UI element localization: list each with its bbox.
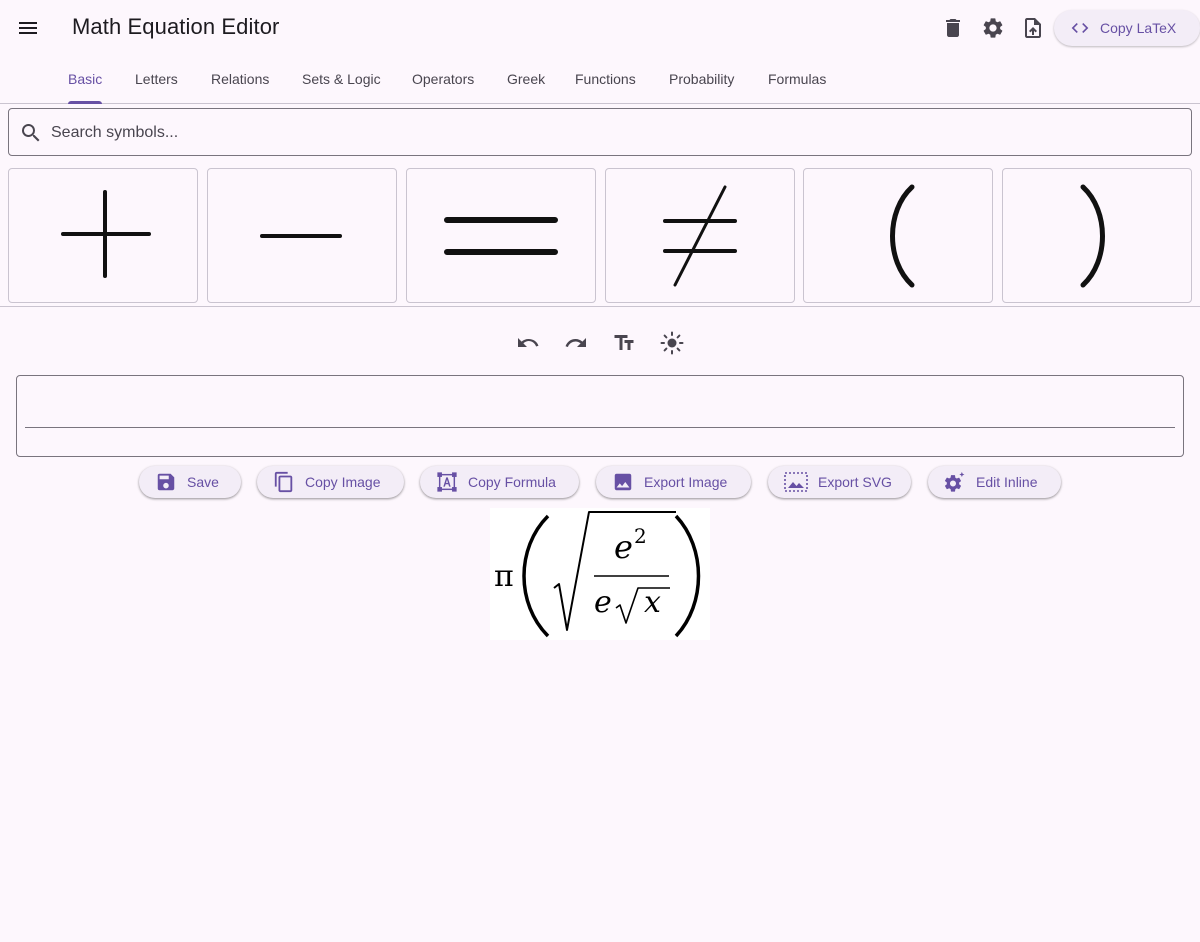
theme-toggle-button[interactable]	[654, 325, 690, 361]
formula-preview: π e 2 e x	[490, 508, 710, 640]
tab-functions[interactable]: Functions	[575, 56, 636, 104]
copy-formula-button[interactable]: Copy Formula	[420, 466, 579, 498]
formula-render: π e 2 e x	[494, 511, 701, 638]
denominator-x: x	[644, 585, 661, 620]
delete-icon	[946, 19, 960, 37]
symbol-minus-button[interactable]	[207, 168, 397, 303]
numerator-base: e	[614, 528, 633, 566]
copy-latex-label: Copy LaTeX	[1100, 20, 1177, 36]
settings-sparkle-icon	[944, 471, 965, 492]
copy-image-label: Copy Image	[305, 474, 381, 490]
save-icon	[157, 473, 175, 491]
denominator-e: e	[594, 585, 612, 620]
delete-button[interactable]	[933, 8, 973, 48]
text-size-icon	[614, 335, 634, 350]
save-label: Save	[187, 474, 219, 490]
tab-operators[interactable]: Operators	[412, 56, 474, 104]
category-tabs: Basic Letters Relations Sets & Logic Ope…	[0, 56, 1200, 104]
export-svg-button[interactable]: Export SVG	[768, 466, 911, 498]
equation-editor[interactable]	[16, 375, 1184, 457]
page-title: Math Equation Editor	[72, 14, 280, 39]
inner-radical	[615, 587, 670, 624]
export-image-label: Export Image	[644, 474, 728, 490]
tab-formulas[interactable]: Formulas	[768, 56, 826, 104]
search-input[interactable]	[49, 109, 1173, 157]
export-svg-label: Export SVG	[818, 474, 892, 490]
formula-text-box-icon	[437, 472, 457, 492]
image-icon	[614, 473, 632, 491]
settings-button[interactable]	[973, 8, 1013, 48]
symbol-left-paren-button[interactable]	[803, 168, 993, 303]
left-paren	[522, 514, 550, 638]
symbol-plus-button[interactable]	[8, 168, 198, 303]
code-icon	[1071, 23, 1089, 33]
symbol-search	[8, 108, 1192, 157]
equals-symbol	[444, 216, 558, 255]
undo-icon	[518, 338, 539, 347]
pi-symbol: π	[494, 559, 514, 594]
tab-relations[interactable]: Relations	[211, 56, 269, 104]
svg-export-icon	[784, 472, 808, 492]
settings-icon	[983, 18, 1003, 38]
right-paren	[674, 514, 701, 638]
upload-file-icon	[1025, 18, 1041, 38]
save-button[interactable]: Save	[139, 466, 241, 498]
app-bar: Math Equation Editor Copy LaTeX	[0, 0, 1200, 56]
copy-latex-button[interactable]: Copy LaTeX	[1054, 10, 1200, 46]
upload-button[interactable]	[1013, 8, 1053, 48]
tab-letters[interactable]: Letters	[135, 56, 178, 104]
copy-image-button[interactable]: Copy Image	[257, 466, 404, 498]
brightness-icon	[660, 331, 684, 355]
text-size-button[interactable]	[606, 325, 642, 361]
content-copy-icon	[274, 471, 293, 493]
undo-button[interactable]	[510, 325, 546, 361]
numerator-exponent: 2	[634, 524, 647, 548]
tab-sets-logic[interactable]: Sets & Logic	[302, 56, 381, 104]
symbol-palette	[0, 160, 1200, 307]
symbol-equals-button[interactable]	[406, 168, 596, 303]
menu-button[interactable]	[8, 8, 48, 48]
copy-formula-label: Copy Formula	[468, 474, 556, 490]
editor-baseline	[25, 427, 1175, 428]
left-paren-symbol	[890, 184, 915, 287]
edit-inline-label: Edit Inline	[976, 474, 1038, 490]
minus-symbol	[260, 233, 342, 238]
plus-symbol	[61, 189, 151, 278]
symbol-right-paren-button[interactable]	[1002, 168, 1192, 303]
symbol-not-equals-button[interactable]	[605, 168, 795, 303]
redo-button[interactable]	[558, 325, 594, 361]
tab-basic[interactable]: Basic	[68, 56, 103, 104]
tab-greek[interactable]: Greek	[507, 56, 545, 104]
menu-icon	[19, 22, 37, 34]
edit-inline-button[interactable]: Edit Inline	[928, 466, 1061, 498]
right-paren-symbol	[1080, 184, 1105, 287]
search-icon	[22, 124, 40, 142]
redo-icon	[565, 338, 586, 347]
export-image-button[interactable]: Export Image	[596, 466, 751, 498]
not-equals-symbol	[663, 185, 737, 286]
tab-probability[interactable]: Probability	[669, 56, 734, 104]
